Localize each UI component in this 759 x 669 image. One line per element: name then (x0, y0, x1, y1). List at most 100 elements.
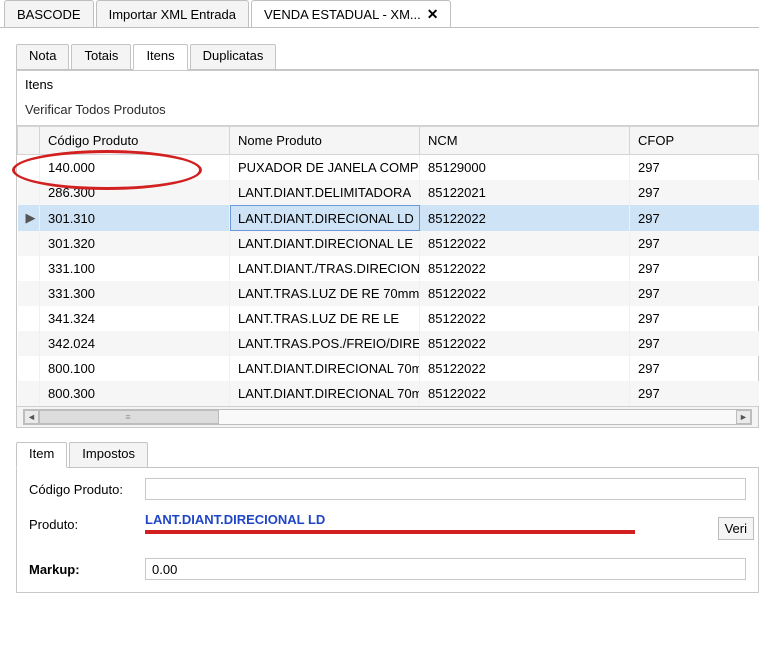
row-indicator (18, 180, 40, 205)
detail-pane: Código Produto: Produto: LANT.DIANT.DIRE… (16, 468, 759, 593)
window-tab-label: VENDA ESTADUAL - XM... (264, 7, 421, 22)
cell-nome[interactable]: LANT.DIANT.DIRECIONAL 70m (230, 381, 420, 406)
cell-cfop[interactable]: 297 (630, 381, 759, 406)
cell-ncm[interactable]: 85122022 (420, 231, 630, 256)
row-indicator (18, 356, 40, 381)
cell-ncm[interactable]: 85122022 (420, 256, 630, 281)
cell-cfop[interactable]: 297 (630, 231, 759, 256)
cell-codigo[interactable]: 331.300 (40, 281, 230, 306)
cell-cfop[interactable]: 297 (630, 155, 759, 181)
cell-nome[interactable]: LANT.TRAS.LUZ DE RE LE (230, 306, 420, 331)
tab-label: Duplicatas (203, 48, 264, 63)
window-tab-label: Importar XML Entrada (109, 7, 236, 22)
cell-ncm[interactable]: 85122022 (420, 281, 630, 306)
cell-nome[interactable]: LANT.DIANT.DIRECIONAL LE (230, 231, 420, 256)
cell-cfop[interactable]: 297 (630, 281, 759, 306)
cell-nome[interactable]: LANT.DIANT.DELIMITADORA (230, 180, 420, 205)
cell-cfop[interactable]: 297 (630, 331, 759, 356)
row-indicator (18, 231, 40, 256)
row-indicator: ▶ (18, 205, 40, 231)
cell-ncm[interactable]: 85122022 (420, 381, 630, 406)
window-tab-bascode[interactable]: BASCODE (4, 0, 94, 27)
cell-nome[interactable]: LANT.DIANT.DIRECIONAL 70m (230, 356, 420, 381)
tab-duplicatas[interactable]: Duplicatas (190, 44, 277, 69)
tab-label: Nota (29, 48, 56, 63)
annotation-underline (145, 530, 635, 534)
cell-codigo[interactable]: 341.324 (40, 306, 230, 331)
scroll-right-button[interactable]: ► (736, 410, 751, 424)
verificar-todos-produtos-link[interactable]: Verificar Todos Produtos (25, 102, 166, 117)
itens-table: Código Produto Nome Produto NCM CFOP 140… (17, 126, 759, 406)
table-header-row: Código Produto Nome Produto NCM CFOP (18, 127, 759, 155)
produto-label: Produto: (29, 517, 139, 532)
window-tab-label: BASCODE (17, 7, 81, 22)
table-row[interactable]: 800.300LANT.DIANT.DIRECIONAL 70m85122022… (18, 381, 759, 406)
col-header-ncm[interactable]: NCM (420, 127, 630, 155)
cell-codigo[interactable]: 301.320 (40, 231, 230, 256)
window-tab-venda-estadual[interactable]: VENDA ESTADUAL - XM... ✕ (251, 0, 452, 27)
tab-itens[interactable]: Itens (133, 44, 187, 70)
cell-ncm[interactable]: 85122022 (420, 356, 630, 381)
table-row[interactable]: 140.000PUXADOR DE JANELA COMPL8512900029… (18, 155, 759, 181)
produto-value-wrap: LANT.DIANT.DIRECIONAL LD (145, 512, 746, 536)
cell-codigo[interactable]: 800.100 (40, 356, 230, 381)
markup-input[interactable] (145, 558, 746, 580)
table-row[interactable]: 286.300LANT.DIANT.DELIMITADORA8512202129… (18, 180, 759, 205)
col-header-nome[interactable]: Nome Produto (230, 127, 420, 155)
col-header-codigo[interactable]: Código Produto (40, 127, 230, 155)
cell-nome[interactable]: LANT.TRAS.POS./FREIO/DIREC (230, 331, 420, 356)
cell-nome[interactable]: LANT.DIANT.DIRECIONAL LD (230, 205, 420, 231)
tab-label: Impostos (82, 446, 135, 461)
table-row[interactable]: 342.024LANT.TRAS.POS./FREIO/DIREC8512202… (18, 331, 759, 356)
tab-label: Itens (146, 48, 174, 63)
cell-codigo[interactable]: 342.024 (40, 331, 230, 356)
table-row[interactable]: ▶301.310LANT.DIANT.DIRECIONAL LD85122022… (18, 205, 759, 231)
window-tab-strip: BASCODE Importar XML Entrada VENDA ESTAD… (0, 0, 759, 28)
horizontal-scrollbar[interactable]: ◄ ≡ ► (17, 406, 758, 427)
cell-ncm[interactable]: 85122022 (420, 306, 630, 331)
cell-ncm[interactable]: 85122021 (420, 180, 630, 205)
window-tab-importar[interactable]: Importar XML Entrada (96, 0, 249, 27)
cell-cfop[interactable]: 297 (630, 205, 759, 231)
table-row[interactable]: 800.100LANT.DIANT.DIRECIONAL 70m85122022… (18, 356, 759, 381)
close-icon[interactable]: ✕ (427, 7, 439, 21)
tab-impostos[interactable]: Impostos (69, 442, 148, 467)
cell-nome[interactable]: PUXADOR DE JANELA COMPL (230, 155, 420, 181)
tab-totais[interactable]: Totais (71, 44, 131, 69)
col-header-cfop[interactable]: CFOP (630, 127, 759, 155)
cell-nome[interactable]: LANT.TRAS.LUZ DE RE 70mm (230, 281, 420, 306)
table-row[interactable]: 331.100LANT.DIANT./TRAS.DIRECION85122022… (18, 256, 759, 281)
scroll-left-button[interactable]: ◄ (24, 410, 39, 424)
row-indicator (18, 381, 40, 406)
scroll-thumb[interactable]: ≡ (39, 410, 219, 424)
cell-codigo[interactable]: 140.000 (40, 155, 230, 181)
cell-ncm[interactable]: 85122022 (420, 331, 630, 356)
cell-cfop[interactable]: 297 (630, 256, 759, 281)
tab-nota[interactable]: Nota (16, 44, 69, 69)
table-row[interactable]: 341.324LANT.TRAS.LUZ DE RE LE85122022297 (18, 306, 759, 331)
table-row[interactable]: 301.320LANT.DIANT.DIRECIONAL LE851220222… (18, 231, 759, 256)
tab-label: Totais (84, 48, 118, 63)
cell-cfop[interactable]: 297 (630, 180, 759, 205)
codigo-produto-input[interactable] (145, 478, 746, 500)
codigo-produto-label: Código Produto: (29, 482, 139, 497)
cell-codigo[interactable]: 331.100 (40, 256, 230, 281)
cell-codigo[interactable]: 301.310 (40, 205, 230, 231)
inner-tab-strip: Nota Totais Itens Duplicatas (16, 44, 759, 70)
row-indicator (18, 155, 40, 181)
cell-ncm[interactable]: 85129000 (420, 155, 630, 181)
cell-codigo[interactable]: 800.300 (40, 381, 230, 406)
row-indicator (18, 331, 40, 356)
row-indicator (18, 281, 40, 306)
verificar-button[interactable]: Veri (718, 517, 754, 540)
produto-value: LANT.DIANT.DIRECIONAL LD (145, 512, 325, 530)
cell-nome[interactable]: LANT.DIANT./TRAS.DIRECION (230, 256, 420, 281)
cell-cfop[interactable]: 297 (630, 356, 759, 381)
tab-label: Item (29, 446, 54, 461)
table-row[interactable]: 331.300LANT.TRAS.LUZ DE RE 70mm851220222… (18, 281, 759, 306)
cell-codigo[interactable]: 286.300 (40, 180, 230, 205)
cell-cfop[interactable]: 297 (630, 306, 759, 331)
cell-ncm[interactable]: 85122022 (420, 205, 630, 231)
detail-tab-strip: Item Impostos (16, 442, 759, 468)
tab-item[interactable]: Item (16, 442, 67, 468)
